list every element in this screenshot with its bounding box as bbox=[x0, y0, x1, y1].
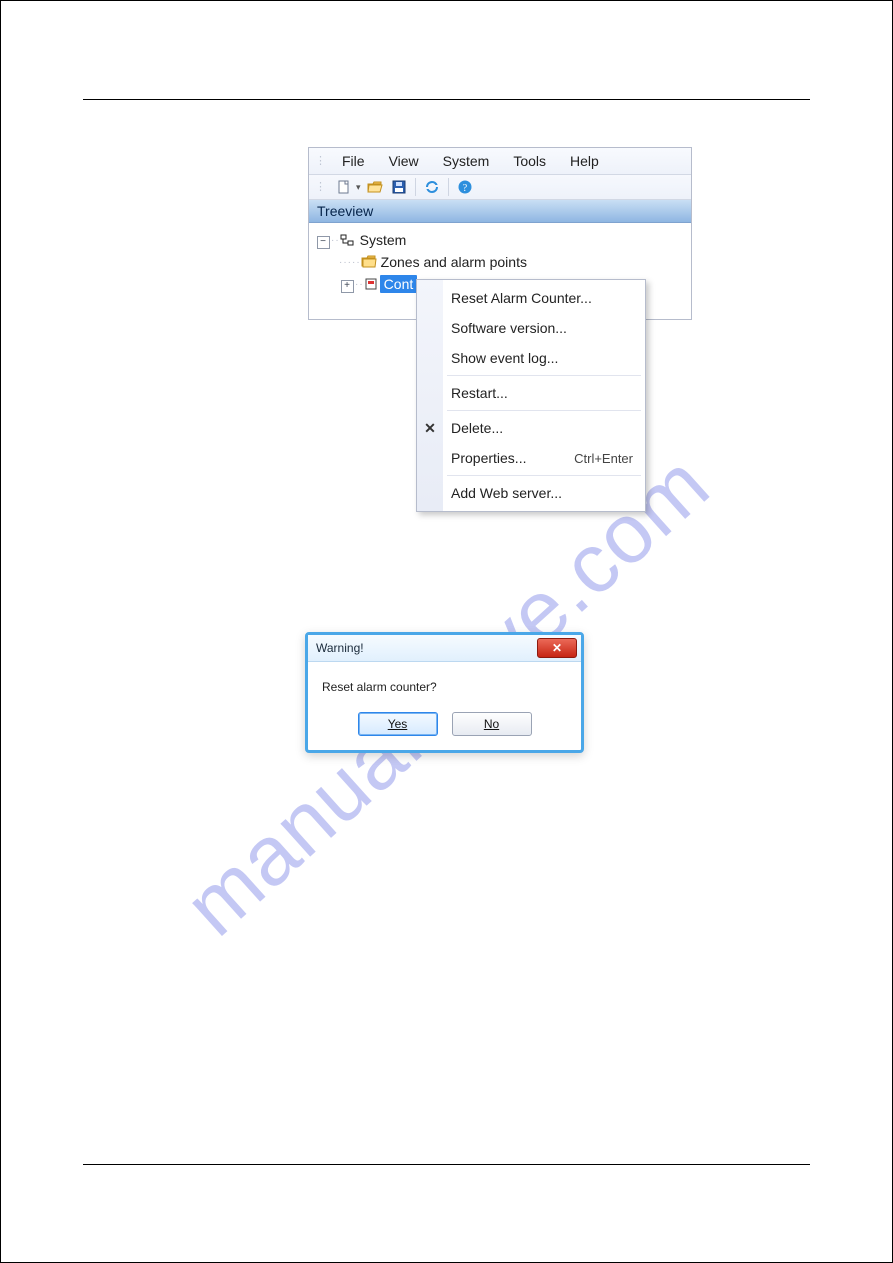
ctx-shortcut: Ctrl+Enter bbox=[574, 451, 633, 466]
treeview-panel-header: Treeview bbox=[309, 200, 691, 223]
ctx-item-label: Delete... bbox=[451, 420, 503, 436]
controller-icon bbox=[364, 277, 380, 291]
toolbar: ⋮ ▾ ? bbox=[309, 175, 691, 200]
dialog-titlebar: Warning! ✕ bbox=[308, 635, 581, 662]
no-button[interactable]: No bbox=[452, 712, 532, 736]
menu-tools[interactable]: Tools bbox=[501, 150, 558, 172]
system-icon bbox=[340, 233, 356, 247]
zones-label: Zones and alarm points bbox=[377, 254, 527, 270]
ctx-item-label: Properties... bbox=[451, 450, 526, 466]
tree-connector: ·· bbox=[331, 235, 340, 246]
ctx-item-label: Restart... bbox=[451, 385, 508, 401]
warning-dialog: Warning! ✕ Reset alarm counter? Yes No bbox=[305, 632, 584, 753]
menu-file[interactable]: File bbox=[330, 150, 377, 172]
ctx-show-event-log[interactable]: Show event log... bbox=[417, 343, 645, 373]
tree-connector: ····· bbox=[339, 257, 361, 268]
ctx-item-label: Software version... bbox=[451, 320, 567, 336]
yes-button-label: Yes bbox=[388, 717, 408, 731]
tree-connector: ·· bbox=[355, 279, 364, 290]
ctx-properties[interactable]: Properties... Ctrl+Enter bbox=[417, 443, 645, 473]
ctx-separator bbox=[447, 410, 641, 411]
tree-row-system[interactable]: − ·· System bbox=[309, 229, 691, 251]
menu-help[interactable]: Help bbox=[558, 150, 611, 172]
ctx-item-label: Show event log... bbox=[451, 350, 558, 366]
toolbar-separator-2 bbox=[448, 178, 449, 196]
dialog-message: Reset alarm counter? bbox=[308, 662, 581, 702]
sync-icon[interactable] bbox=[422, 177, 442, 197]
ctx-add-web-server[interactable]: Add Web server... bbox=[417, 478, 645, 508]
ctx-item-label: Add Web server... bbox=[451, 485, 562, 501]
menu-system[interactable]: System bbox=[431, 150, 502, 172]
menubar-grip-icon: ⋮ bbox=[315, 157, 326, 165]
expand-icon[interactable]: + bbox=[341, 280, 354, 293]
collapse-icon[interactable]: − bbox=[317, 236, 330, 249]
folder-icon bbox=[361, 255, 377, 269]
ctx-reset-alarm-counter[interactable]: Reset Alarm Counter... bbox=[417, 283, 645, 313]
open-folder-icon[interactable] bbox=[365, 177, 385, 197]
help-icon[interactable]: ? bbox=[455, 177, 475, 197]
controller-label: Cont bbox=[380, 275, 418, 293]
toolbar-grip-icon: ⋮ bbox=[315, 183, 326, 191]
no-button-label: No bbox=[484, 717, 499, 731]
save-icon[interactable] bbox=[389, 177, 409, 197]
ctx-separator bbox=[447, 475, 641, 476]
dialog-title: Warning! bbox=[316, 641, 364, 655]
new-file-dropdown-icon[interactable]: ▾ bbox=[356, 182, 361, 193]
tree-row-zones[interactable]: ····· Zones and alarm points bbox=[309, 251, 691, 273]
new-file-icon[interactable] bbox=[334, 177, 354, 197]
page-rule-bottom bbox=[83, 1164, 810, 1165]
system-label: System bbox=[356, 232, 407, 248]
ctx-delete[interactable]: ✕ Delete... bbox=[417, 413, 645, 443]
toolbar-separator bbox=[415, 178, 416, 196]
ctx-software-version[interactable]: Software version... bbox=[417, 313, 645, 343]
context-menu: Reset Alarm Counter... Software version.… bbox=[416, 279, 646, 512]
dialog-buttons: Yes No bbox=[308, 702, 581, 750]
yes-button[interactable]: Yes bbox=[358, 712, 438, 736]
menubar: ⋮ File View System Tools Help bbox=[309, 148, 691, 175]
close-icon[interactable]: ✕ bbox=[537, 638, 577, 658]
delete-icon: ✕ bbox=[423, 420, 437, 437]
ctx-item-label: Reset Alarm Counter... bbox=[451, 290, 592, 306]
ctx-restart[interactable]: Restart... bbox=[417, 378, 645, 408]
menu-view[interactable]: View bbox=[377, 150, 431, 172]
page-rule-top bbox=[83, 99, 810, 100]
ctx-separator bbox=[447, 375, 641, 376]
svg-text:?: ? bbox=[462, 183, 467, 194]
